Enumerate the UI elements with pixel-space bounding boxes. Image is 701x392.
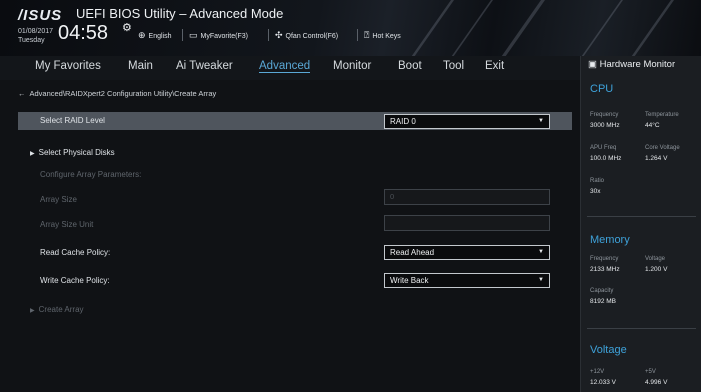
core-voltage-value: 1.264 V: [645, 155, 668, 162]
top-header: /ISUS UEFI BIOS Utility – Advanced Mode …: [0, 0, 701, 56]
read-cache-label: Read Cache Policy:: [40, 248, 111, 257]
apu-freq-value: 100.0 MHz: [590, 155, 622, 162]
brand-logo: /ISUS: [18, 7, 63, 24]
cpu-section-title: CPU: [590, 83, 614, 95]
v5-label: +5V: [645, 369, 656, 375]
memory-capacity-label: Capacity: [590, 288, 614, 294]
bios-title: UEFI BIOS Utility – Advanced Mode: [76, 6, 284, 21]
date-display: 01/08/2017 Tuesday: [18, 28, 54, 44]
tab-ai-tweaker[interactable]: Ai Tweaker: [176, 60, 233, 72]
tab-advanced[interactable]: Advanced: [259, 60, 311, 73]
expand-triangle-icon: ▶: [30, 151, 35, 157]
memory-capacity-value: 8192 MB: [590, 298, 617, 305]
read-cache-select[interactable]: Read Ahead ▼: [384, 245, 550, 260]
tab-boot[interactable]: Boot: [398, 60, 422, 72]
core-voltage-label: Core Voltage: [645, 145, 680, 151]
gear-icon[interactable]: ⚙: [122, 21, 132, 34]
fan-icon: ✣: [275, 30, 283, 40]
hot-keys-button[interactable]: ⍰ Hot Keys: [364, 30, 401, 41]
memory-voltage-label: Voltage: [645, 256, 666, 262]
apu-freq-label: APU Freq: [590, 145, 617, 151]
hotkeys-icon: ⍰: [364, 30, 370, 40]
raid-level-label: Select RAID Level: [40, 116, 105, 125]
tab-main[interactable]: Main: [128, 60, 153, 72]
tab-exit[interactable]: Exit: [485, 60, 504, 72]
create-array-link: ▶ Create Array: [30, 305, 84, 314]
memory-frequency-label: Frequency: [590, 256, 619, 262]
memory-frequency-value: 2133 MHz: [590, 266, 620, 273]
tab-monitor[interactable]: Monitor: [333, 60, 371, 72]
array-size-unit-input: [384, 215, 550, 231]
memory-section-title: Memory: [590, 234, 630, 246]
tab-tool[interactable]: Tool: [443, 60, 464, 72]
tab-my-favorites[interactable]: My Favorites: [35, 60, 101, 72]
breadcrumb: ← Advanced\RAIDXpert2 Configuration Utili…: [18, 89, 217, 98]
v12-label: +12V: [590, 369, 605, 375]
hardware-monitor-title: ▣ Hardware Monitor: [588, 59, 676, 70]
dropdown-arrow-icon: ▼: [538, 249, 544, 255]
select-physical-disks-link[interactable]: ▶ Select Physical Disks: [30, 148, 115, 157]
language-button[interactable]: ⊕ English: [138, 30, 172, 41]
cpu-temperature-label: Temperature: [645, 112, 679, 118]
hardware-monitor-panel: ▣ Hardware Monitor CPU Frequency 3000 MH…: [580, 56, 701, 392]
write-cache-select[interactable]: Write Back ▼: [384, 273, 550, 288]
ratio-value: 30x: [590, 188, 601, 195]
cpu-frequency-label: Frequency: [590, 112, 619, 118]
qfan-control-button[interactable]: ✣ Qfan Control(F6): [275, 30, 338, 41]
configure-array-header: Configure Array Parameters:: [40, 170, 142, 179]
ratio-label: Ratio: [590, 178, 605, 184]
main-menu: My Favorites Main Ai Tweaker Advanced Mo…: [0, 56, 580, 80]
raid-level-select[interactable]: RAID 0 ▼: [384, 114, 550, 129]
array-size-unit-label: Array Size Unit: [40, 220, 94, 229]
expand-triangle-icon: ▶: [30, 308, 35, 314]
globe-icon: ⊕: [138, 30, 146, 40]
dropdown-arrow-icon: ▼: [538, 277, 544, 283]
dropdown-arrow-icon: ▼: [538, 118, 544, 124]
array-size-label: Array Size: [40, 195, 77, 204]
memory-voltage-value: 1.200 V: [645, 266, 668, 273]
favorites-icon: ▭: [189, 30, 198, 40]
clock-time[interactable]: 04:58: [58, 22, 108, 45]
v12-value: 12.033 V: [590, 379, 617, 386]
cpu-temperature-value: 44°C: [645, 122, 660, 129]
array-size-input: 0: [384, 189, 550, 205]
myfavorite-button[interactable]: ▭ MyFavorite(F3): [189, 30, 248, 41]
v5-value: 4.996 V: [645, 379, 668, 386]
monitor-icon: ▣: [588, 59, 597, 70]
write-cache-label: Write Cache Policy:: [40, 276, 110, 285]
voltage-section-title: Voltage: [590, 344, 627, 356]
back-arrow-icon[interactable]: ←: [18, 89, 26, 98]
cpu-frequency-value: 3000 MHz: [590, 122, 620, 129]
